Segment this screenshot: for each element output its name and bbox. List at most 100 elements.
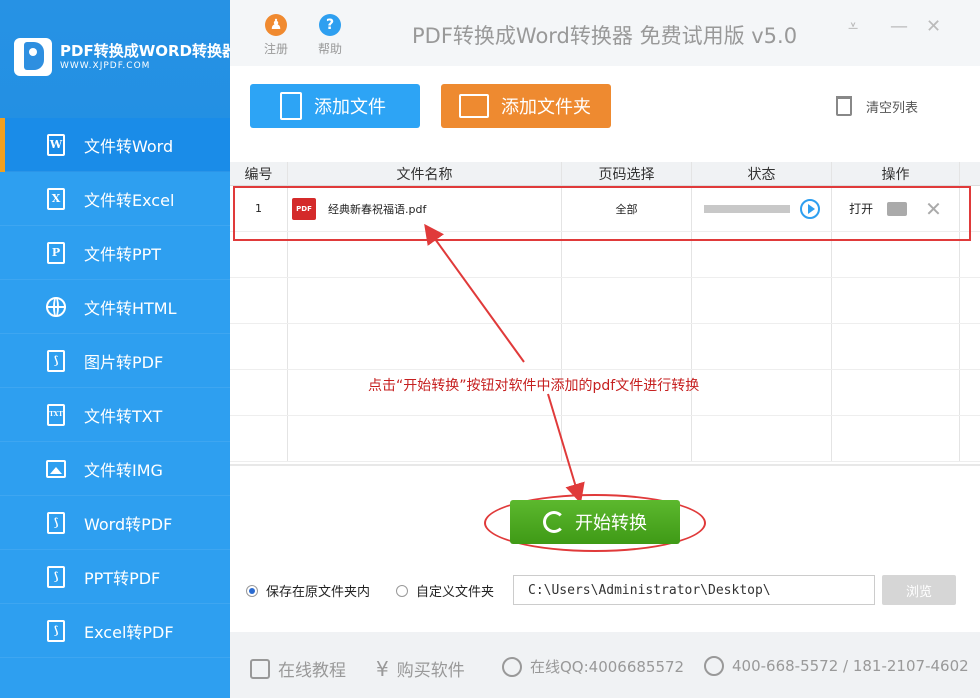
close-window-icon[interactable]: ✕ <box>926 16 941 37</box>
output-path-field[interactable]: C:\Users\Administrator\Desktop\ <box>513 575 875 605</box>
sidebar-item-label: PPT转PDF <box>84 568 161 588</box>
table-row[interactable]: 1 PDF 经典新春祝福语.pdf 全部 打开 ✕ <box>230 186 980 232</box>
sidebar-item-file-to-html[interactable]: 文件转HTML <box>0 280 230 334</box>
annotation-text: 点击“开始转换”按钮对软件中添加的pdf文件进行转换 <box>368 378 700 394</box>
sidebar-item-label: 文件转Excel <box>84 190 175 210</box>
sidebar-item-label: 文件转Word <box>84 136 174 156</box>
remove-icon[interactable]: ✕ <box>925 197 942 221</box>
folder-icon <box>459 94 489 118</box>
title-bar: ♟ 注册 ? 帮助 PDF转换成Word转换器 免费试用版 v5.0 ⩡ — ✕ <box>230 0 980 66</box>
logo-url: WWW.XJPDF.COM <box>60 61 151 71</box>
row-status <box>692 186 832 231</box>
row-filename-cell: PDF 经典新春祝福语.pdf <box>288 186 562 231</box>
sidebar-item-file-to-txt[interactable]: TXT 文件转TXT <box>0 388 230 442</box>
open-link[interactable]: 打开 <box>849 200 873 217</box>
table-row <box>230 232 980 278</box>
table-row <box>230 278 980 324</box>
row-filename: 经典新春祝福语.pdf <box>328 202 427 216</box>
sidebar-item-image-to-pdf[interactable]: ⟆ 图片转PDF <box>0 334 230 388</box>
pdf-doc-icon: ⟆ <box>44 349 68 373</box>
excel-doc-icon: X <box>44 187 68 211</box>
start-convert-button[interactable]: 开始转换 <box>510 500 680 544</box>
sidebar-item-label: Word转PDF <box>84 514 173 534</box>
save-custom-option[interactable]: 自定义文件夹 <box>396 581 494 600</box>
sidebar: PDF转换成WORD转换器 WWW.XJPDF.COM W 文件转Word X … <box>0 0 237 698</box>
window-title: PDF转换成Word转换器 免费试用版 v5.0 <box>412 24 798 48</box>
row-actions: 打开 ✕ <box>832 186 960 231</box>
sidebar-item-label: 图片转PDF <box>84 352 164 372</box>
sidebar-item-word-to-pdf[interactable]: ⟆ Word转PDF <box>0 496 230 550</box>
refresh-icon <box>543 511 565 533</box>
sidebar-item-file-to-excel[interactable]: X 文件转Excel <box>0 172 230 226</box>
open-folder-icon[interactable] <box>887 201 908 216</box>
app-logo-icon <box>14 38 52 76</box>
globe-icon <box>44 295 68 319</box>
trash-icon <box>836 96 852 116</box>
user-icon: ♟ <box>265 14 287 36</box>
divider <box>230 464 980 466</box>
pdf-doc-icon: ⟆ <box>44 565 68 589</box>
column-header-pages: 页码选择 <box>562 162 692 185</box>
sidebar-item-label: 文件转PPT <box>84 244 162 264</box>
sidebar-item-excel-to-pdf[interactable]: ⟆ Excel转PDF <box>0 604 230 658</box>
add-folder-button[interactable]: 添加文件夹 <box>441 84 611 128</box>
tutorial-link[interactable]: 在线教程 <box>250 656 346 681</box>
sidebar-item-label: 文件转IMG <box>84 460 163 480</box>
logo-area: PDF转换成WORD转换器 WWW.XJPDF.COM <box>0 0 237 118</box>
column-header-actions: 操作 <box>832 162 960 185</box>
radio-checked[interactable] <box>246 584 258 597</box>
register-label: 注册 <box>263 42 288 56</box>
pdf-file-icon: PDF <box>292 197 316 220</box>
phone-info: 400-668-5572 / 181-2107-4602 <box>704 656 969 676</box>
column-header-filename: 文件名称 <box>288 162 562 185</box>
sidebar-item-label: 文件转HTML <box>84 298 177 318</box>
row-pages[interactable]: 全部 <box>562 186 692 231</box>
column-header-status: 状态 <box>692 162 832 185</box>
qq-link[interactable]: 在线QQ:4006685572 <box>502 656 684 677</box>
browse-button[interactable]: 浏览 <box>882 575 956 605</box>
add-file-label: 添加文件 <box>314 97 386 118</box>
row-index: 1 <box>230 186 288 231</box>
register-button[interactable]: ♟ 注册 <box>256 14 296 57</box>
file-icon <box>280 92 302 120</box>
start-convert-label: 开始转换 <box>575 513 647 534</box>
buy-link[interactable]: ¥ 购买软件 <box>376 656 465 682</box>
sidebar-item-label: 文件转TXT <box>84 406 163 426</box>
add-folder-label: 添加文件夹 <box>501 97 591 118</box>
table-header: 编号 文件名称 页码选择 状态 操作 <box>230 162 980 186</box>
clear-list-button[interactable]: 清空列表 <box>836 96 918 116</box>
txt-doc-icon: TXT <box>44 403 68 427</box>
file-table: 编号 文件名称 页码选择 状态 操作 1 PDF 经典新春祝福语.pdf 全部 … <box>230 162 980 464</box>
sidebar-item-file-to-ppt[interactable]: P 文件转PPT <box>0 226 230 280</box>
play-icon[interactable] <box>799 198 820 219</box>
progress-bar <box>703 204 790 213</box>
qq-icon <box>502 656 522 677</box>
image-icon <box>44 457 68 481</box>
save-original-label: 保存在原文件夹内 <box>266 585 371 600</box>
column-header-index: 编号 <box>230 162 288 185</box>
sidebar-item-file-to-img[interactable]: 文件转IMG <box>0 442 230 496</box>
document-icon <box>250 658 270 679</box>
phone-icon <box>704 656 724 676</box>
pdf-doc-icon: ⟆ <box>44 619 68 643</box>
help-label: 帮助 <box>317 42 342 56</box>
help-icon: ? <box>319 14 341 36</box>
radio-unchecked[interactable] <box>396 584 408 597</box>
sidebar-item-ppt-to-pdf[interactable]: ⟆ PPT转PDF <box>0 550 230 604</box>
menu-dropdown-icon[interactable]: ⩡ <box>848 16 858 37</box>
ppt-doc-icon: P <box>44 241 68 265</box>
help-button[interactable]: ? 帮助 <box>310 14 350 57</box>
footer: 在线教程 ¥ 购买软件 在线QQ:4006685572 400-668-5572… <box>230 632 980 698</box>
word-doc-icon: W <box>44 133 68 157</box>
table-row <box>230 324 980 370</box>
toolbar: 添加文件 添加文件夹 清空列表 <box>230 66 980 162</box>
save-original-option[interactable]: 保存在原文件夹内 <box>246 581 370 600</box>
save-custom-label: 自定义文件夹 <box>416 585 495 600</box>
minimize-icon[interactable]: — <box>890 16 908 37</box>
sidebar-item-label: Excel转PDF <box>84 622 174 642</box>
sidebar-item-file-to-word[interactable]: W 文件转Word <box>0 118 230 172</box>
sidebar-nav: W 文件转Word X 文件转Excel P 文件转PPT 文件转HTML ⟆ … <box>0 118 230 658</box>
yen-icon: ¥ <box>376 656 389 681</box>
pdf-doc-icon: ⟆ <box>44 511 68 535</box>
add-file-button[interactable]: 添加文件 <box>250 84 420 128</box>
